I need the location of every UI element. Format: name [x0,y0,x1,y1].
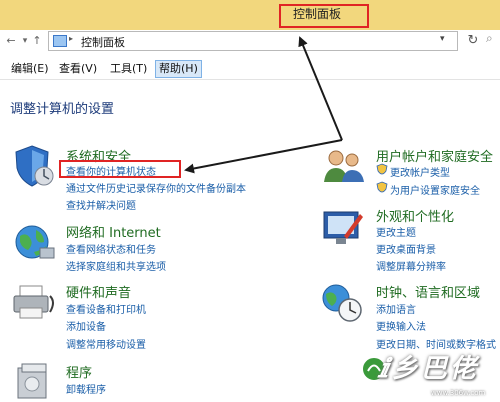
up-icon[interactable]: ↑ [30,32,44,50]
address-dropdown-icon[interactable]: ▾ [440,34,445,44]
link-highlight-box [59,160,181,178]
link-add-language[interactable]: 添加语言 [376,301,416,316]
users-icon [324,150,364,182]
clock-globe-icon [322,284,362,322]
link-change-theme[interactable]: 更改主题 [376,224,416,239]
arrow-to-title [298,36,343,141]
category-hardware-sound[interactable]: 硬件和声音 [66,282,131,301]
back-icon[interactable]: ← [4,32,18,50]
address-path: 控制面板 [81,36,125,49]
link-screen-resolution[interactable]: 调整屏幕分辨率 [376,258,446,273]
link-homegroup-sharing[interactable]: 选择家庭组和共享选项 [66,258,166,273]
site-watermark: ⅈ乡巴佬 www.306w.com [357,352,500,402]
search-icon[interactable]: ⌕ [486,31,493,46]
link-file-history-backup[interactable]: 通过文件历史记录保存你的文件备份副本 [66,180,246,195]
link-mobility-settings[interactable]: 调整常用移动设置 [66,336,146,351]
category-network-internet[interactable]: 网络和 Internet [66,222,161,241]
link-network-status[interactable]: 查看网络状态和任务 [66,241,156,256]
link-uninstall-program[interactable]: 卸载程序 [66,381,106,396]
menu-help[interactable]: 帮助(H) [155,60,202,78]
refresh-icon[interactable]: ↻ [465,32,481,50]
watermark-brand: ⅈ乡巴佬 [379,354,479,384]
program-box-icon [17,363,47,399]
page-title: 调整计算机的设置 [10,102,115,117]
globe-network-icon [15,225,55,259]
menu-bar: 编辑(E) 查看(V) 工具(T) 帮助(H) [0,58,500,80]
menu-tools[interactable]: 工具(T) [107,60,150,78]
link-add-device[interactable]: 添加设备 [66,318,106,333]
menu-edit[interactable]: 编辑(E) [8,60,52,78]
link-devices-printers[interactable]: 查看设备和打印机 [66,301,146,316]
menu-view[interactable]: 查看(V) [56,60,100,78]
shield-icon [15,145,54,187]
breadcrumb-separator-icon[interactable]: ▸ [69,34,73,43]
uac-shield-icon [376,163,388,175]
paint-brush-icon [323,211,363,244]
category-programs[interactable]: 程序 [66,362,92,381]
category-appearance[interactable]: 外观和个性化 [376,206,454,225]
link-family-safety[interactable]: 为用户设置家庭安全 [390,182,480,197]
uac-shield-icon [376,181,388,193]
link-change-account-type[interactable]: 更改帐户类型 [390,164,450,179]
title-bar [0,0,500,30]
watermark-url: www.306w.com [431,389,486,397]
link-desktop-background[interactable]: 更改桌面背景 [376,241,436,256]
arrow-to-link [184,139,343,174]
printer-icon [13,285,54,319]
link-troubleshoot[interactable]: 查找并解决问题 [66,197,136,212]
link-change-input-method[interactable]: 更换输入法 [376,318,426,333]
address-bar: ← ▾ ↑ ▸ 控制面板 ▾ ↻ ⌕ [0,30,500,52]
control-panel-icon [53,35,67,47]
category-clock-language-region[interactable]: 时钟、语言和区域 [376,282,480,301]
window-title: 控制面板 [293,7,342,21]
address-input[interactable]: ▸ 控制面板 ▾ [48,31,458,51]
category-user-accounts[interactable]: 用户帐户和家庭安全 [376,146,493,165]
